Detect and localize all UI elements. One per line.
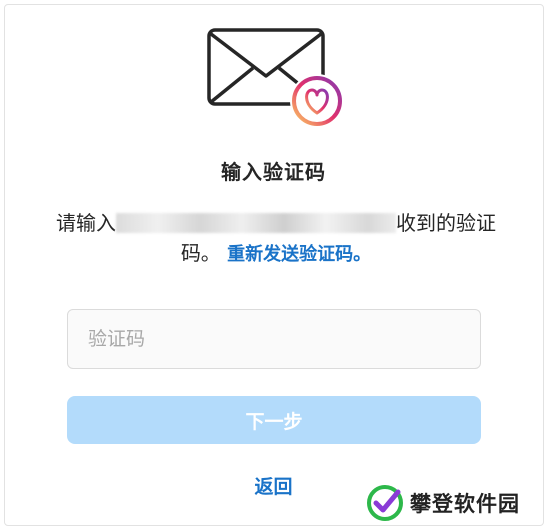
heart-badge-icon [290,74,344,128]
instruction-text: 请输入 收到的验证码。 重新发送验证码。 [50,208,502,270]
resend-code-link[interactable]: 重新发送验证码。 [227,244,371,265]
watermark-text: 攀登软件园 [410,492,520,516]
verification-code-input[interactable] [67,309,481,369]
checkmark-logo-icon [367,485,403,521]
next-button[interactable]: 下一步 [67,396,481,444]
watermark: 攀登软件园 [366,482,548,524]
redacted-email [116,213,396,233]
envelope-icon [205,26,355,136]
page-title: 输入验证码 [221,160,326,184]
instruction-prefix: 请输入 [56,211,116,235]
